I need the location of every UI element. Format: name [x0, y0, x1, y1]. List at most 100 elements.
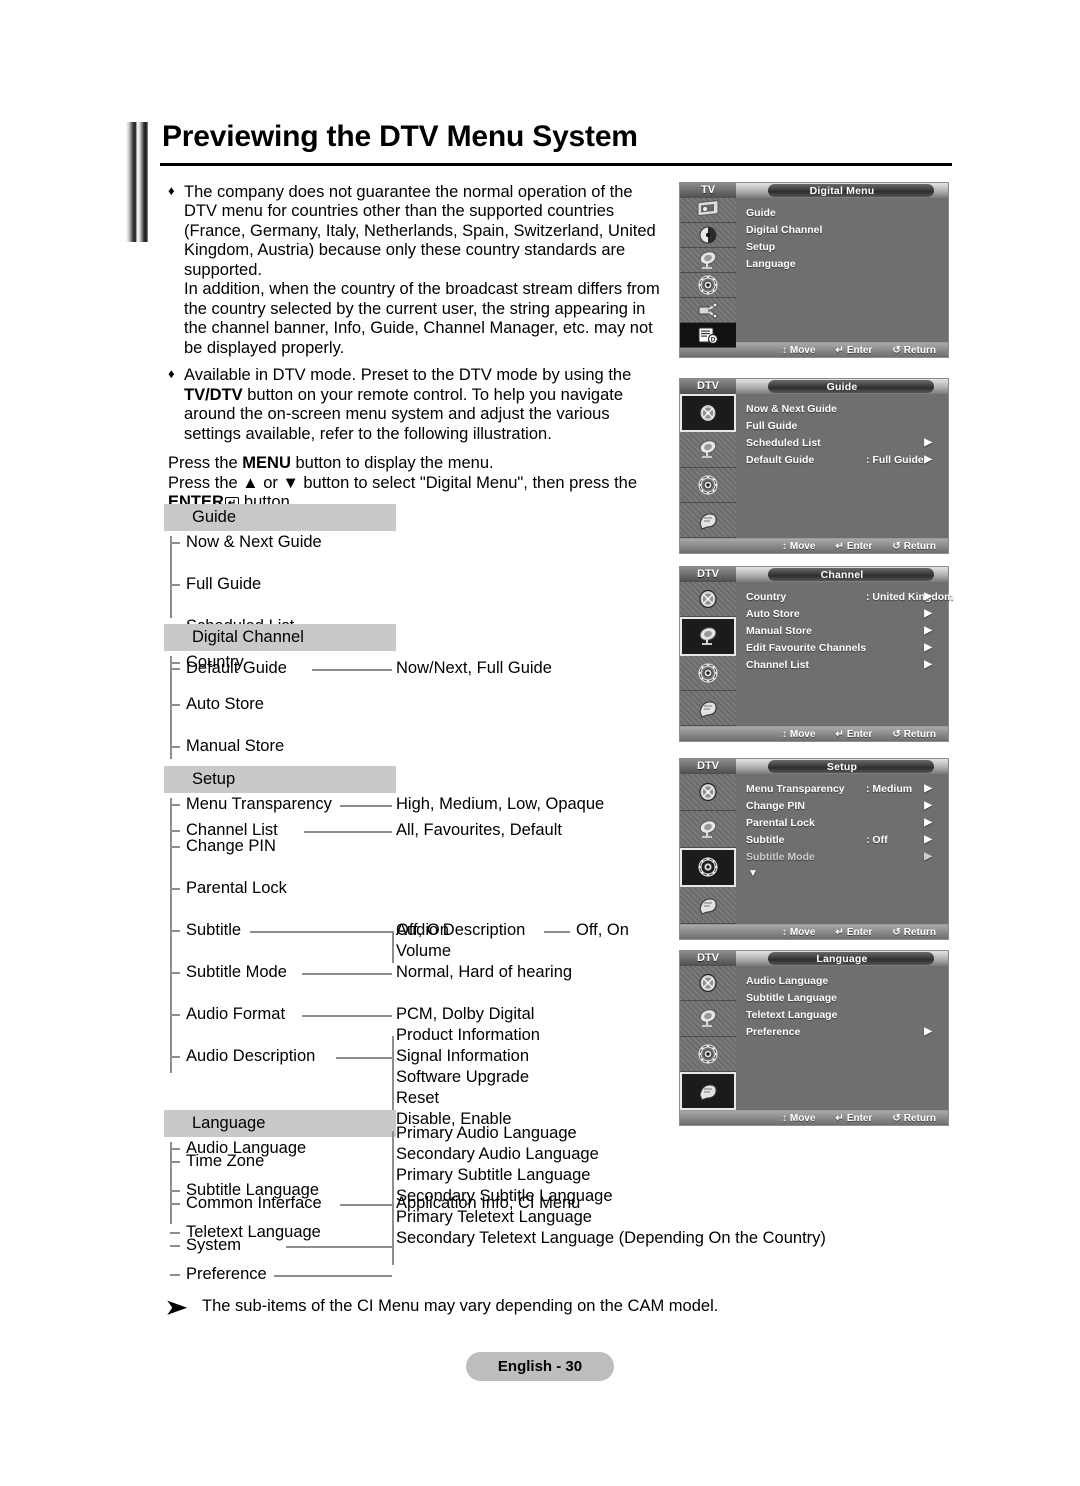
osd-menu-item-label: Change PIN — [746, 799, 805, 812]
chevron-right-icon: ▶ — [924, 817, 932, 828]
osd-menu-item[interactable]: Country: United Kingdom ▶ — [746, 588, 954, 605]
osd-sidebar-item-channel[interactable] — [680, 810, 736, 848]
move-updown-icon: ↕ — [781, 344, 787, 356]
osd-sidebar-item-setup[interactable] — [680, 847, 736, 888]
osd-help-enter[interactable]: ↵ Enter — [835, 541, 872, 552]
osd-menu-item[interactable]: Parental Lock ▶ — [746, 814, 938, 831]
osd-sidebar-item-language[interactable] — [680, 502, 736, 538]
osd-menu-item[interactable]: Preference ▶ — [746, 1023, 938, 1040]
osd-help-return[interactable]: ↺ Return — [892, 927, 936, 938]
osd-mode-label: DTV — [680, 759, 736, 774]
osd-help-return[interactable]: ↺ Return — [892, 345, 936, 356]
tree-subitem-label: Signal Information — [396, 1047, 529, 1065]
tree-subbranch-line — [392, 931, 394, 963]
osd-sidebar-item-setup[interactable] — [680, 273, 736, 298]
osd-menu-item[interactable]: Subtitle Language — [746, 989, 938, 1006]
osd-sidebar-item-channel[interactable] — [680, 432, 736, 468]
osd-menu-item-label: Auto Store — [746, 607, 800, 620]
input-icon — [695, 298, 721, 322]
osd-menu-item-label: Subtitle Language — [746, 991, 838, 1004]
osd-sidebar-item-guide[interactable] — [680, 774, 736, 811]
digital-icon: D — [695, 323, 721, 347]
press-enter-a: Press the ▲ or ▼ button to select "Digit… — [168, 473, 638, 492]
osd-help-return[interactable]: ↺ Return — [892, 541, 936, 552]
osd-menu-item[interactable]: Now & Next Guide — [746, 400, 938, 417]
osd-menu-item[interactable]: Language — [746, 255, 938, 272]
move-updown-icon: ↕ — [781, 540, 787, 552]
osd-menu-item[interactable]: Full Guide — [746, 417, 938, 434]
osd-sidebar-item-channel[interactable] — [680, 617, 736, 656]
osd-menu-item[interactable]: Digital Channel — [746, 221, 938, 238]
osd-title-bar: DTV Channel — [680, 567, 948, 582]
setup-icon — [695, 855, 721, 879]
osd-help-move[interactable]: ↕ Move — [782, 927, 816, 938]
tree-item-label: Change PIN — [186, 837, 276, 855]
osd-sidebar-item-language[interactable] — [680, 887, 736, 924]
osd-menu-item[interactable]: Subtitle Mode ▶ — [746, 848, 938, 865]
chevron-right-icon: ▶ — [924, 608, 932, 619]
osd-sidebar-item-channel[interactable] — [680, 1001, 736, 1037]
osd-help-move[interactable]: ↕ Move — [782, 729, 816, 740]
osd-sidebar-item-channel[interactable] — [680, 248, 736, 273]
osd-title-wrap: Channel — [736, 567, 948, 582]
osd-menu-item-label: Digital Channel — [746, 223, 823, 236]
osd-sidebar-item-sound[interactable] — [680, 223, 736, 248]
osd-sidebar-item-digital[interactable]: D — [680, 323, 736, 348]
osd-help-move[interactable]: ↕ Move — [782, 345, 816, 356]
osd-sidebar-item-language[interactable] — [680, 1071, 736, 1110]
osd-menu-item[interactable]: Manual Store ▶ — [746, 622, 938, 639]
osd-sidebar-item-setup[interactable] — [680, 467, 736, 503]
osd-mode-label: DTV — [680, 951, 736, 966]
tree-group-header: Guide — [164, 504, 396, 531]
osd-help-enter[interactable]: ↵ Enter — [835, 927, 872, 938]
osd-title: Digital Menu — [809, 184, 875, 197]
page-title: Previewing the DTV Menu System — [162, 120, 638, 153]
osd-menu-item[interactable]: Menu Transparency: Medium ▶ — [746, 780, 938, 797]
osd-menu-item-value: : United Kingdom — [866, 590, 954, 603]
osd-menu-item[interactable]: Default Guide: Full Guide ▶ — [746, 451, 938, 468]
tree-subitem-label: Secondary Subtitle Language — [396, 1187, 613, 1205]
osd-menu-item[interactable]: Channel List ▶ — [746, 656, 938, 673]
osd-menu-item[interactable]: Change PIN ▶ — [746, 797, 938, 814]
osd-help-return[interactable]: ↺ Return — [892, 729, 936, 740]
osd-sidebar-item-language[interactable] — [680, 690, 736, 726]
osd-sidebar-item-setup[interactable] — [680, 655, 736, 691]
chevron-right-icon: ▶ — [924, 591, 932, 602]
osd-help-move[interactable]: ↕ Move — [782, 1113, 816, 1124]
osd-sidebar — [680, 966, 736, 1110]
osd-sidebar-item-guide[interactable] — [680, 582, 736, 618]
move-updown-icon: ↕ — [781, 728, 787, 740]
osd-sidebar-item-setup[interactable] — [680, 1036, 736, 1072]
tree-item-label: Audio Description — [186, 1047, 316, 1065]
setup-icon — [695, 1042, 721, 1066]
osd-menu-item[interactable]: Audio Language — [746, 972, 938, 989]
osd-menu-item[interactable]: Subtitle: Off ▶ — [746, 831, 938, 848]
osd-sidebar-item-input[interactable] — [680, 298, 736, 323]
osd-title-bar: DTV Guide — [680, 379, 948, 394]
osd-help-enter[interactable]: ↵ Enter — [835, 345, 872, 356]
osd-menu-item[interactable]: Auto Store ▶ — [746, 605, 938, 622]
osd-sidebar-item-guide[interactable] — [680, 394, 736, 433]
osd-sidebar — [680, 582, 736, 726]
osd-menu-item[interactable]: Teletext Language — [746, 1006, 938, 1023]
osd-sidebar-item-guide[interactable] — [680, 966, 736, 1002]
osd-help-enter[interactable]: ↵ Enter — [835, 1113, 872, 1124]
osd-menu-item[interactable]: Scheduled List ▶ — [746, 434, 938, 451]
osd-scroll-down-icon[interactable]: ▼ — [746, 865, 938, 882]
osd-menu-item-label: Default Guide — [746, 453, 815, 466]
osd-menu-item[interactable]: Guide — [746, 204, 938, 221]
osd-help-move[interactable]: ↕ Move — [782, 541, 816, 552]
osd-help-return[interactable]: ↺ Return — [892, 1113, 936, 1124]
osd-title-bar: DTV Language — [680, 951, 948, 966]
osd-menu-item[interactable]: Edit Favourite Channels ▶ — [746, 639, 938, 656]
osd-help-enter[interactable]: ↵ Enter — [835, 729, 872, 740]
tree-row: Preference — [164, 1264, 884, 1285]
osd-sidebar-item-picture[interactable] — [680, 198, 736, 223]
tree-subitem-label: Secondary Audio Language — [396, 1145, 599, 1163]
osd-menu-item-value: : Full Guide — [866, 453, 924, 466]
tree-item-label: Preference — [186, 1265, 267, 1283]
osd-menu-item-label: Full Guide — [746, 419, 798, 432]
osd-menu-item-label: Parental Lock — [746, 816, 815, 829]
osd-mode-label: DTV — [680, 379, 736, 394]
osd-menu-item[interactable]: Setup — [746, 238, 938, 255]
